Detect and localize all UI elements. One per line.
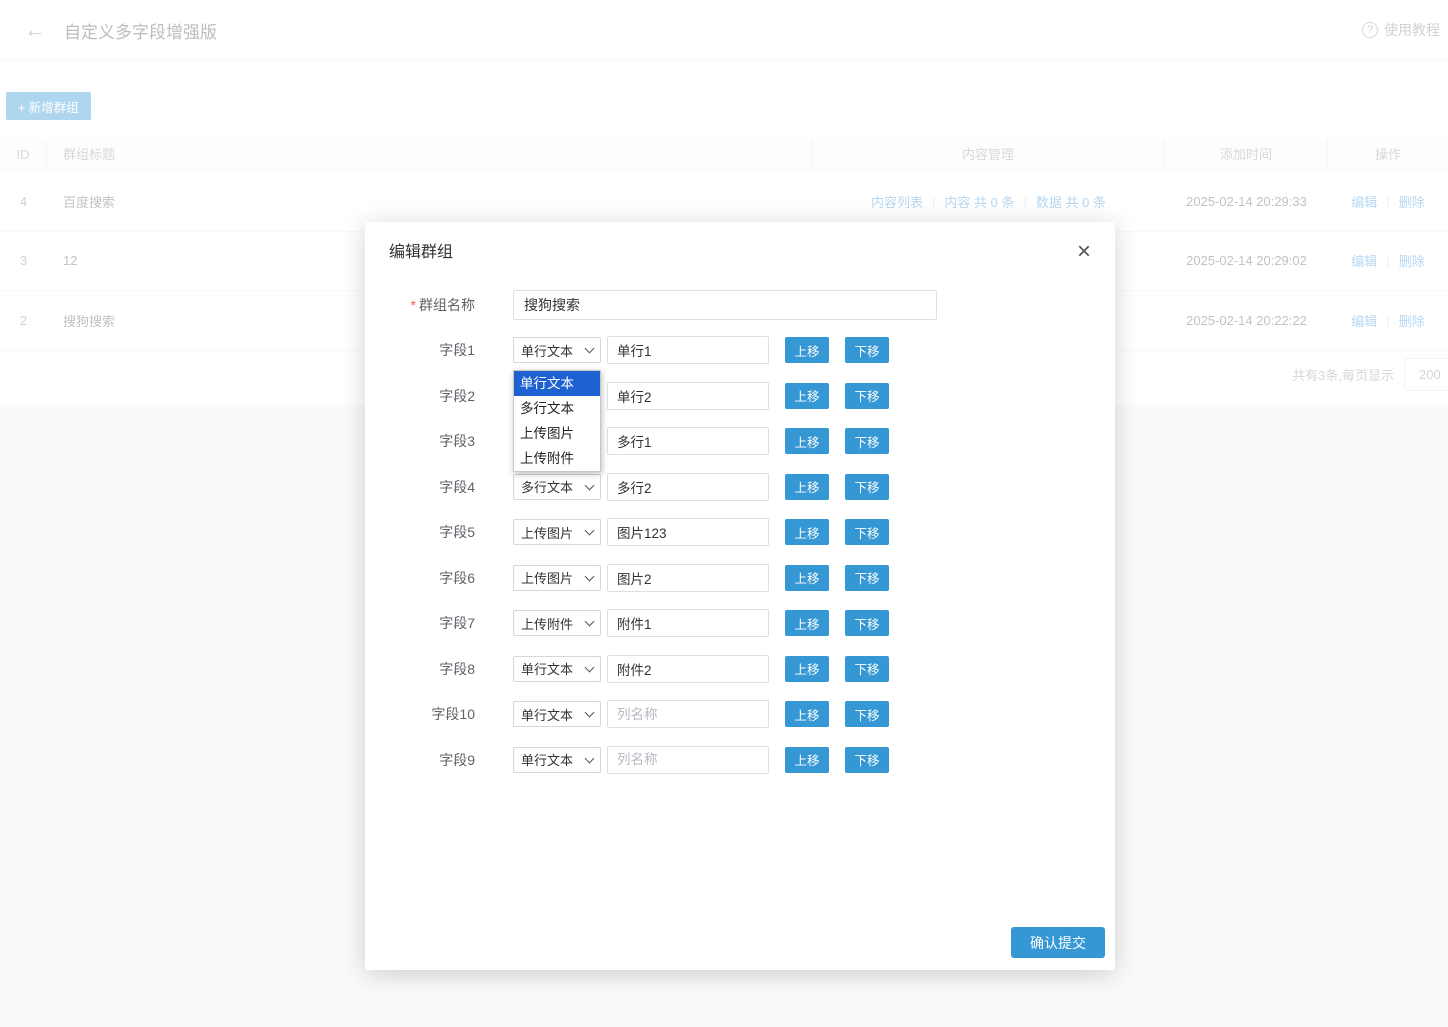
field-row: 字段6 上传图片 上移 下移 bbox=[389, 564, 1091, 592]
field-name-input[interactable] bbox=[607, 382, 769, 410]
field-type-value: 上传附件 bbox=[521, 614, 573, 633]
dropdown-option[interactable]: 上传图片 bbox=[514, 421, 600, 446]
move-up-button[interactable]: 上移 bbox=[785, 428, 829, 454]
move-up-button[interactable]: 上移 bbox=[785, 337, 829, 363]
field-name-input[interactable] bbox=[607, 427, 769, 455]
field-type-value: 单行文本 bbox=[521, 341, 573, 360]
move-up-button[interactable]: 上移 bbox=[785, 747, 829, 773]
dropdown-option[interactable]: 单行文本 bbox=[514, 371, 600, 396]
chevron-down-icon bbox=[585, 526, 595, 536]
move-up-button[interactable]: 上移 bbox=[785, 656, 829, 682]
move-down-button[interactable]: 下移 bbox=[845, 656, 889, 682]
chevron-down-icon bbox=[585, 753, 595, 763]
field-row: 字段2 单行文本 上移 下移 bbox=[389, 382, 1091, 410]
move-down-button[interactable]: 下移 bbox=[845, 337, 889, 363]
field-row: 字段7 上传附件 上移 下移 bbox=[389, 609, 1091, 637]
field-label: 字段6 bbox=[389, 568, 475, 588]
field-type-select[interactable]: 上传图片 bbox=[513, 519, 601, 545]
field-row: 字段9 单行文本 上移 下移 bbox=[389, 746, 1091, 774]
move-down-button[interactable]: 下移 bbox=[845, 701, 889, 727]
field-name-input[interactable] bbox=[607, 564, 769, 592]
dropdown-option[interactable]: 上传附件 bbox=[514, 446, 600, 471]
field-label: 字段9 bbox=[389, 750, 475, 770]
field-name-input[interactable] bbox=[607, 336, 769, 364]
required-mark: * bbox=[411, 297, 416, 313]
submit-button[interactable]: 确认提交 bbox=[1011, 927, 1105, 958]
move-down-button[interactable]: 下移 bbox=[845, 428, 889, 454]
group-name-label-text: 群组名称 bbox=[419, 297, 475, 313]
field-row: 字段8 单行文本 上移 下移 bbox=[389, 655, 1091, 683]
field-row: 字段3 多行文本 上移 下移 bbox=[389, 427, 1091, 455]
move-up-button[interactable]: 上移 bbox=[785, 701, 829, 727]
field-name-input[interactable] bbox=[607, 518, 769, 546]
field-label: 字段10 bbox=[389, 704, 475, 724]
dropdown-option[interactable]: 多行文本 bbox=[514, 396, 600, 421]
chevron-down-icon bbox=[585, 617, 595, 627]
field-type-select[interactable]: 上传附件 bbox=[513, 610, 601, 636]
field-row: 字段1 单行文本 上移 下移 bbox=[389, 336, 1091, 364]
field-type-value: 上传图片 bbox=[521, 523, 573, 542]
field-name-input[interactable] bbox=[607, 473, 769, 501]
field-row: 字段4 多行文本 上移 下移 bbox=[389, 473, 1091, 501]
close-icon[interactable]: × bbox=[1077, 242, 1091, 262]
field-name-input[interactable] bbox=[607, 609, 769, 637]
group-name-input[interactable] bbox=[513, 290, 937, 320]
field-row: 字段5 上传图片 上移 下移 bbox=[389, 518, 1091, 546]
field-name-input[interactable] bbox=[607, 655, 769, 683]
field-type-value: 单行文本 bbox=[521, 750, 573, 769]
move-down-button[interactable]: 下移 bbox=[845, 519, 889, 545]
move-up-button[interactable]: 上移 bbox=[785, 565, 829, 591]
field-type-value: 单行文本 bbox=[521, 659, 573, 678]
field-type-value: 上传图片 bbox=[521, 568, 573, 587]
field-label: 字段8 bbox=[389, 659, 475, 679]
move-up-button[interactable]: 上移 bbox=[785, 474, 829, 500]
move-down-button[interactable]: 下移 bbox=[845, 747, 889, 773]
field-type-dropdown-menu: 单行文本 多行文本 上传图片 上传附件 bbox=[513, 370, 601, 472]
field-type-value: 单行文本 bbox=[521, 705, 573, 724]
move-down-button[interactable]: 下移 bbox=[845, 565, 889, 591]
field-label: 字段4 bbox=[389, 477, 475, 497]
field-row: 字段10 单行文本 上移 下移 bbox=[389, 700, 1091, 728]
group-name-row: *群组名称 bbox=[389, 290, 1091, 320]
field-label: 字段2 bbox=[389, 386, 475, 406]
group-name-label: *群组名称 bbox=[389, 295, 475, 315]
field-label: 字段1 bbox=[389, 340, 475, 360]
chevron-down-icon bbox=[585, 480, 595, 490]
move-down-button[interactable]: 下移 bbox=[845, 610, 889, 636]
field-type-select[interactable]: 单行文本 bbox=[513, 701, 601, 727]
field-type-value: 多行文本 bbox=[521, 477, 573, 496]
move-up-button[interactable]: 上移 bbox=[785, 610, 829, 636]
field-type-select[interactable]: 单行文本 bbox=[513, 337, 601, 363]
chevron-down-icon bbox=[585, 571, 595, 581]
field-label: 字段7 bbox=[389, 613, 475, 633]
field-name-input[interactable] bbox=[607, 700, 769, 728]
edit-group-modal: 编辑群组 × *群组名称 字段1 单行文本 上移 下移 字段2 单行文本 上移 … bbox=[365, 222, 1115, 970]
field-type-select[interactable]: 单行文本 bbox=[513, 747, 601, 773]
move-down-button[interactable]: 下移 bbox=[845, 474, 889, 500]
field-type-select[interactable]: 上传图片 bbox=[513, 565, 601, 591]
chevron-down-icon bbox=[585, 662, 595, 672]
field-type-select[interactable]: 多行文本 bbox=[513, 474, 601, 500]
modal-title: 编辑群组 bbox=[389, 242, 453, 264]
field-label: 字段3 bbox=[389, 431, 475, 451]
chevron-down-icon bbox=[585, 344, 595, 354]
field-label: 字段5 bbox=[389, 522, 475, 542]
chevron-down-icon bbox=[585, 708, 595, 718]
field-type-select[interactable]: 单行文本 bbox=[513, 656, 601, 682]
move-up-button[interactable]: 上移 bbox=[785, 383, 829, 409]
move-up-button[interactable]: 上移 bbox=[785, 519, 829, 545]
move-down-button[interactable]: 下移 bbox=[845, 383, 889, 409]
field-name-input[interactable] bbox=[607, 746, 769, 774]
